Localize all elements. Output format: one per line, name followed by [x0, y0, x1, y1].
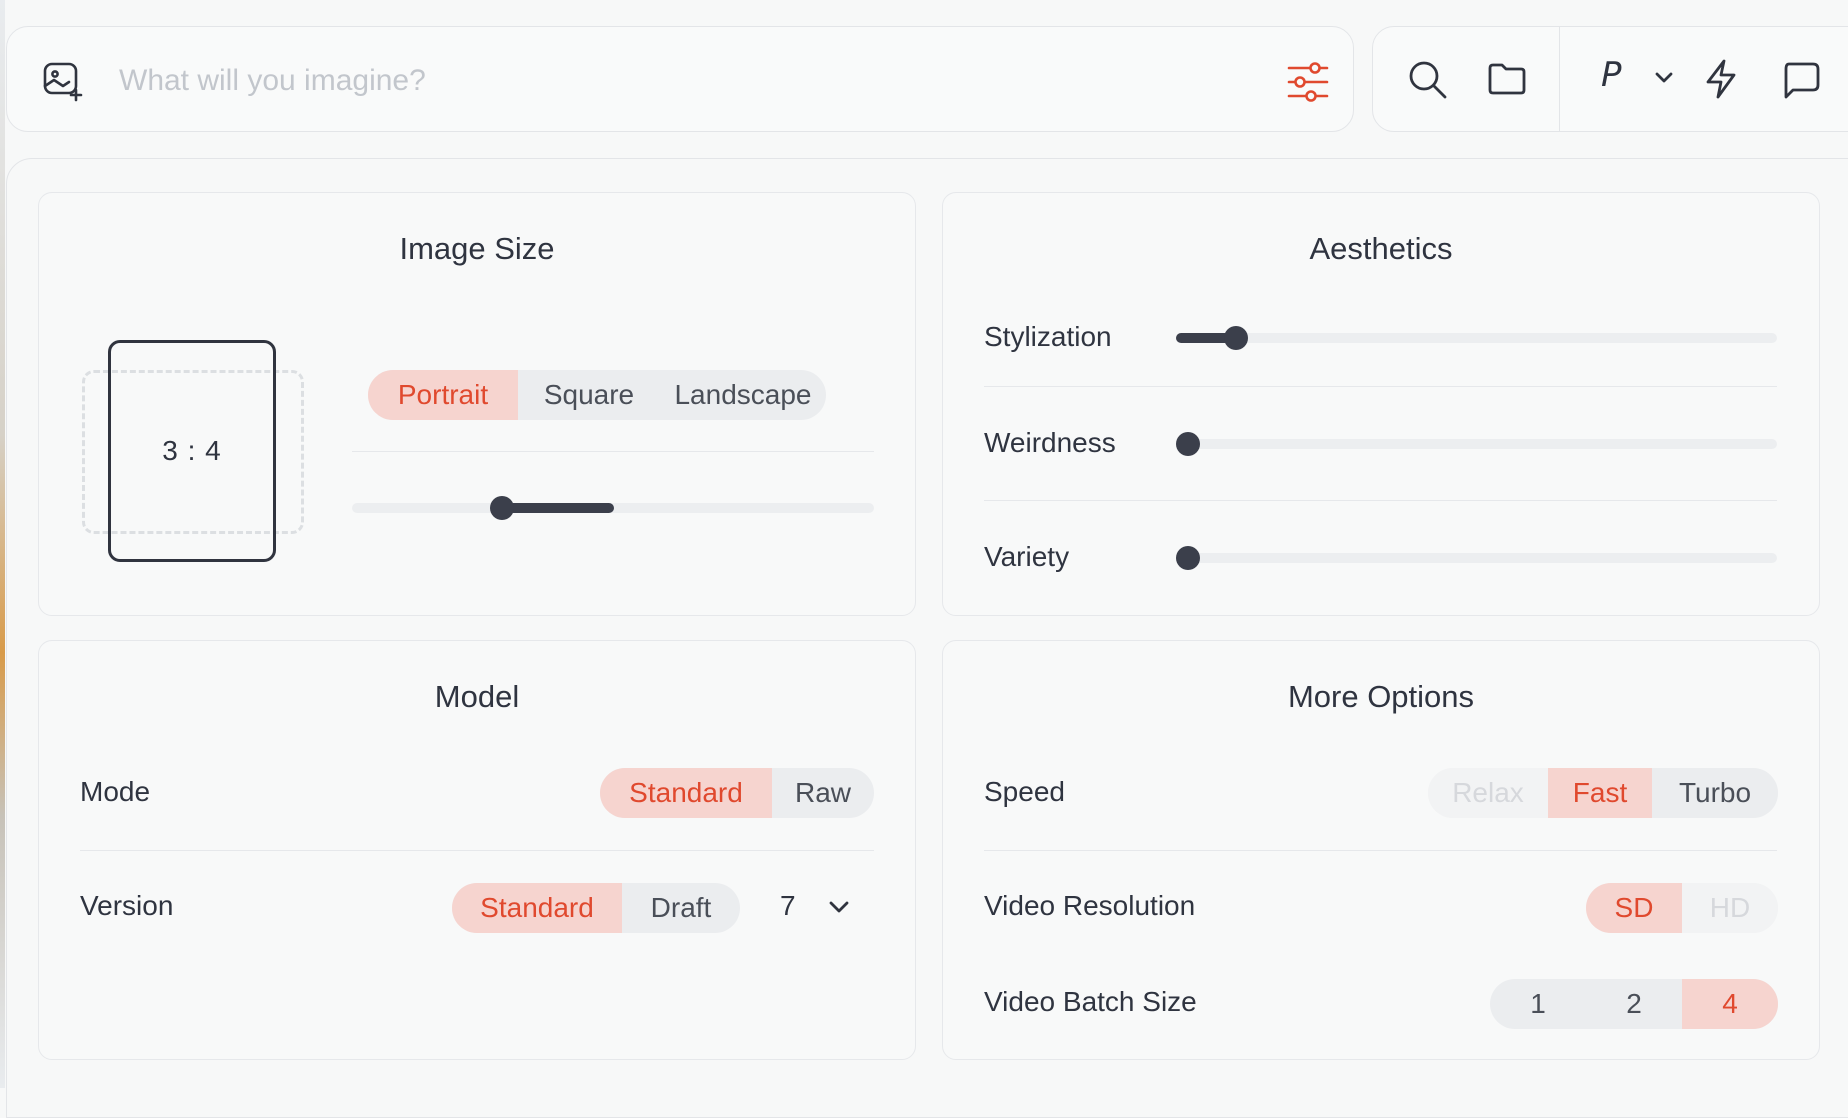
resolution-hd[interactable]: HD: [1682, 883, 1778, 933]
stylization-slider-track[interactable]: [1176, 333, 1777, 343]
ratio-preview: 3 : 4: [108, 340, 276, 562]
weirdness-slider-track[interactable]: [1176, 439, 1777, 449]
settings-sliders-icon[interactable]: [1285, 59, 1331, 105]
speed-relax[interactable]: Relax: [1428, 768, 1548, 818]
divider: [352, 451, 874, 452]
speed-fast[interactable]: Fast: [1548, 768, 1652, 818]
divider: [984, 500, 1777, 501]
stylization-slider-knob[interactable]: [1224, 326, 1248, 350]
orientation-portrait[interactable]: Portrait: [368, 370, 518, 420]
folder-icon[interactable]: [1485, 57, 1529, 101]
orientation-square[interactable]: Square: [518, 370, 660, 420]
aspect-slider-knob[interactable]: [490, 496, 514, 520]
more-options-title: More Options: [1287, 679, 1475, 714]
mode-raw[interactable]: Raw: [772, 768, 874, 818]
aesthetics-title: Aesthetics: [1309, 231, 1453, 266]
batch-1[interactable]: 1: [1490, 979, 1586, 1029]
model-title: Model: [434, 679, 520, 714]
divider: [984, 386, 1777, 387]
chevron-down-icon[interactable]: [1651, 65, 1677, 91]
chat-icon[interactable]: [1779, 57, 1823, 101]
variety-slider-knob[interactable]: [1176, 546, 1200, 570]
video-resolution-label: Video Resolution: [984, 890, 1196, 921]
background-edge: [0, 0, 5, 1088]
variety-slider-track[interactable]: [1176, 553, 1777, 563]
video-batch-label: Video Batch Size: [984, 986, 1197, 1017]
divider: [80, 850, 874, 851]
toolbar-divider: [1559, 27, 1560, 131]
resolution-sd[interactable]: SD: [1586, 883, 1682, 933]
speed-turbo[interactable]: Turbo: [1652, 768, 1778, 818]
batch-2[interactable]: 2: [1586, 979, 1682, 1029]
variety-label: Variety: [984, 541, 1070, 572]
weirdness-label: Weirdness: [984, 427, 1116, 458]
weirdness-slider-knob[interactable]: [1176, 432, 1200, 456]
orientation-toggle: Portrait Square Landscape: [368, 370, 826, 420]
version-draft[interactable]: Draft: [622, 883, 740, 933]
divider: [984, 850, 1777, 851]
profile-letter[interactable]: P: [1601, 55, 1622, 95]
orientation-landscape[interactable]: Landscape: [660, 370, 826, 420]
speed-toggle: Relax Fast Turbo: [1428, 768, 1778, 818]
mode-standard[interactable]: Standard: [600, 768, 772, 818]
add-image-icon[interactable]: [41, 59, 85, 103]
version-label: Version: [80, 890, 174, 921]
mode-toggle: Standard Raw: [600, 768, 874, 818]
version-number[interactable]: 7: [780, 890, 796, 922]
batch-4[interactable]: 4: [1682, 979, 1778, 1029]
chevron-down-icon[interactable]: [826, 894, 852, 920]
search-icon[interactable]: [1405, 57, 1449, 101]
mode-label: Mode: [80, 776, 151, 807]
video-batch-toggle: 1 2 4: [1490, 979, 1778, 1029]
tools-bar: P: [1372, 26, 1848, 132]
lightning-icon[interactable]: [1699, 57, 1743, 101]
aspect-slider-fill: [502, 503, 614, 513]
version-standard[interactable]: Standard: [452, 883, 622, 933]
version-toggle: Standard Draft: [452, 883, 740, 933]
image-size-title: Image Size: [399, 231, 555, 266]
speed-label: Speed: [984, 776, 1065, 807]
prompt-input[interactable]: [117, 57, 1221, 105]
prompt-bar: [6, 26, 1354, 132]
video-resolution-toggle: SD HD: [1586, 883, 1778, 933]
stylization-label: Stylization: [984, 321, 1112, 352]
